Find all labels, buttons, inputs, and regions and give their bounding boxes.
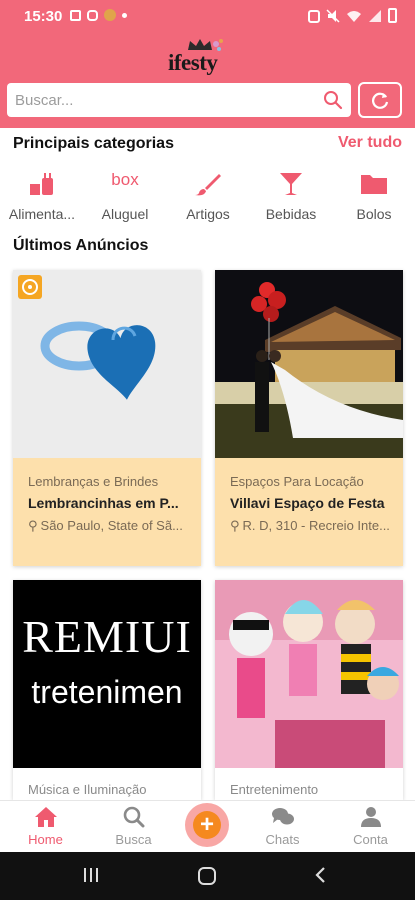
alarm-icon [308,9,320,23]
signal-icon [369,9,381,22]
app-notification-icon [104,9,116,21]
brand-logo[interactable]: ifesty [168,36,250,80]
instagram-icon [87,9,98,21]
folder-icon [361,175,387,194]
category-label: Bebidas [265,206,317,222]
listing-location: ⚲ São Paulo, State of Sã... [28,518,193,534]
listing-image: REMIUI tretenimen [13,580,201,768]
refresh-icon [372,92,389,109]
box-icon: box [111,170,139,189]
listing-image [215,580,403,768]
nav-search[interactable]: Busca [92,801,175,853]
plus-icon: + [193,811,221,839]
listing-title: Villavi Espaço de Festa [230,495,385,511]
image-brand-text: REMIUI [22,611,192,662]
listing-category: Música e Iluminação [28,782,147,797]
search-icon [123,806,144,828]
nav-home[interactable]: Home [4,801,87,853]
category-label: Artigos [186,206,230,222]
more-notifications-icon [122,12,127,18]
listing-card[interactable]: Entretenimento [215,580,403,800]
battery-icon [388,8,397,23]
image-brand-subtext: tretenimen [31,674,183,710]
location-pin-icon: ⚲ [28,518,38,533]
location-pin-icon: ⚲ [230,518,240,533]
nav-account[interactable]: Conta [329,801,412,853]
category-label: Alimenta... [8,206,76,222]
brand-name: ifesty [168,50,218,75]
add-listing-button[interactable]: + [185,803,229,847]
nav-chats[interactable]: Chats [241,801,324,853]
system-navigation-bar [0,852,415,900]
latest-listings-title: Últimos Anúncios [13,237,149,254]
back-icon[interactable] [314,866,328,884]
home-icon [34,807,57,827]
refresh-button[interactable] [358,82,402,118]
featured-icon [22,279,38,295]
nav-label: Busca [115,832,152,847]
category-list: Alimenta... box Aluguel Artigos Bebidas … [0,166,415,230]
search-placeholder: Buscar... [15,92,74,109]
lol-dolls-image [215,580,403,768]
wifi-icon [347,10,361,22]
listing-location: ⚲ R. D, 310 - Recreio Inte... [230,518,395,534]
search-input[interactable]: Buscar... [7,83,351,117]
listing-info: Lembranças e Brindes Lembrancinhas em P.… [13,458,201,566]
brush-icon [195,174,221,196]
listing-info: Espaços Para Locação Villavi Espaço de F… [215,458,403,566]
nav-label: Conta [353,832,388,847]
notification-icons [70,9,127,21]
see-all-link[interactable]: Ver tudo [338,134,402,152]
category-drinks[interactable]: Bebidas [249,166,333,230]
category-label: Bolos [356,206,392,222]
category-label: Aluguel [101,206,149,222]
chat-icon [271,808,294,825]
status-bar: 15:30 [0,0,415,32]
user-icon [360,807,381,827]
search-icon[interactable] [323,90,343,110]
listing-title: Lembrancinhas em P... [28,495,179,511]
listing-category: Lembranças e Brindes [28,474,159,489]
system-status-icons [308,8,397,23]
categories-title: Principais categorias [13,135,174,152]
mute-icon [326,8,340,23]
nav-label: Home [28,832,63,847]
gallery-icon [70,9,81,21]
category-food[interactable]: Alimenta... [0,166,84,230]
cocktail-icon [280,173,302,195]
listing-location-text: R. D, 310 - Recreio Inte... [242,518,390,533]
listing-image [13,270,201,458]
featured-badge [18,275,42,299]
listing-image [215,270,403,458]
status-time: 15:30 [24,8,63,25]
listing-location-text: São Paulo, State of Sã... [40,518,183,533]
listing-card[interactable]: Lembranças e Brindes Lembrancinhas em P.… [13,270,201,566]
food-icon [30,173,53,195]
listing-card[interactable]: REMIUI tretenimen Música e Iluminação [13,580,201,800]
wedding-venue-image [215,270,403,458]
category-cakes[interactable]: Bolos [332,166,415,230]
category-rental[interactable]: box Aluguel [83,166,167,230]
category-articles[interactable]: Artigos [166,166,250,230]
nav-label: Chats [265,832,300,847]
listing-card[interactable]: Espaços Para Locação Villavi Espaço de F… [215,270,403,566]
home-button-icon[interactable] [197,866,217,886]
listing-category: Entretenimento [230,782,319,797]
app-header: 15:30 ifesty Buscar... [0,0,415,128]
listing-category: Espaços Para Locação [230,474,364,489]
recent-apps-icon[interactable] [82,866,100,884]
